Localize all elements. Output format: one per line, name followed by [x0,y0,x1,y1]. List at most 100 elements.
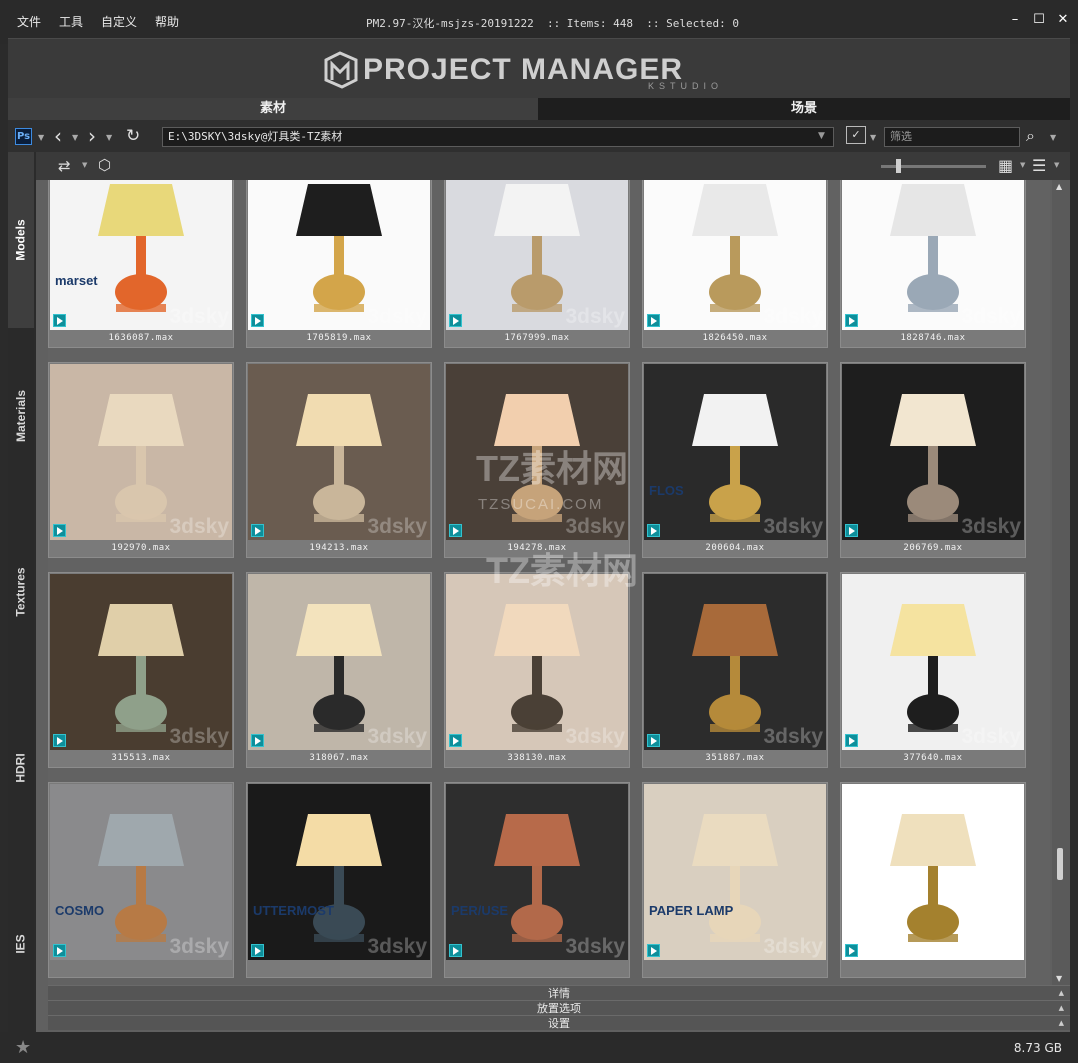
sidetab-textures[interactable]: Textures [8,504,34,680]
forward-icon[interactable]: › [88,126,96,146]
overlay-watermark: TZ素材网 [476,448,628,489]
chevron-down-icon[interactable]: ▼ [106,129,112,147]
disk-size: 8.73 GB [1013,1041,1062,1055]
cube-icon[interactable]: ⬡ [98,156,111,174]
thumbnail-card[interactable]: 3dsky 1826450.max [642,180,828,348]
thumbnail-card[interactable]: 3dsky 338130.max [444,572,630,768]
close-button[interactable]: ✕ [1056,12,1070,28]
chevron-down-icon[interactable]: ▼ [82,161,87,169]
thumbnail-card[interactable]: 3dsky 377640.max [840,572,1026,768]
thumbnail-watermark: 3dsky [763,305,823,328]
3dsmax-icon [449,944,462,957]
slider-thumb[interactable] [896,159,901,173]
thumbnail-image [446,574,628,750]
thumbnail-image [50,574,232,750]
accordion-placement[interactable]: 放置选项 ▲ [48,1000,1070,1015]
chevron-up-icon: ▲ [1058,1019,1064,1027]
sidetab-hdri[interactable]: HDRI [8,680,34,856]
sidetab-models[interactable]: Models [8,152,34,328]
thumbnail-watermark: 3dsky [367,935,427,958]
thumbnail-filename: 200604.max [705,543,765,553]
status-bar: ★ 8.73 GB [0,1032,1078,1063]
banner: PROJECT MANAGER KSTUDIO [8,38,1070,98]
thumbnail-filename [247,960,431,977]
menu-file[interactable]: 文件 [8,13,50,30]
minimize-button[interactable]: – [1008,12,1022,28]
thumbnail-image [446,784,628,960]
thumbnail-card[interactable]: FLOS 3dsky 200604.max [642,362,828,558]
photoshop-icon[interactable]: Ps [15,128,32,145]
chevron-down-icon[interactable]: ▼ [1020,161,1025,169]
thumbnail-watermark: 3dsky [169,515,229,538]
checklist-icon[interactable]: ✓ [846,126,866,144]
main-tabs: 素材 场景 [8,98,1070,120]
sidetab-materials[interactable]: Materials [8,328,34,504]
tab-scenes[interactable]: 场景 [538,98,1070,120]
menu-customize[interactable]: 自定义 [92,13,146,30]
thumbnail-card[interactable]: UTTERMOST 3dsky [246,782,432,978]
thumbnail-card[interactable]: COSMO 3dsky [48,782,234,978]
window-controls: – ☐ ✕ [1008,12,1070,28]
brand-label: UTTERMOST [253,903,334,918]
path-dropdown-icon[interactable]: ▼ [818,131,825,141]
thumbnail-card[interactable]: 3dsky 192970.max [48,362,234,558]
filter-input[interactable]: 筛选 [884,127,1020,147]
thumbnail-card[interactable]: 3dsky 206769.max [840,362,1026,558]
accordion-details[interactable]: 详情 ▲ [48,985,1070,1000]
star-icon[interactable]: ★ [15,1037,31,1058]
path-input[interactable]: E:\3DSKY\3dsky@灯具类-TZ素材 [162,127,834,147]
thumbnail-card[interactable]: 3dsky 194213.max [246,362,432,558]
thumbnail-image [644,364,826,540]
thumbnail-card[interactable]: 3dsky [840,782,1026,978]
3dsmax-icon [53,944,66,957]
menu-help[interactable]: 帮助 [146,13,188,30]
accordion-settings[interactable]: 设置 ▲ [48,1015,1070,1030]
swap-icon[interactable]: ⇄ [58,157,71,175]
thumbnail-watermark: 3dsky [565,935,625,958]
sidetab-label: Models [14,219,28,261]
thumbnail-card[interactable]: 3dsky 351887.max [642,572,828,768]
refresh-icon[interactable]: ↻ [126,127,140,145]
thumbnail-image [248,364,430,540]
chevron-down-icon[interactable]: ▼ [72,129,78,147]
thumbnail-filename: 194213.max [309,543,369,553]
menu-tools[interactable]: 工具 [50,13,92,30]
brand-label: marset [55,273,98,288]
thumbnail-watermark: 3dsky [961,935,1021,958]
thumbnail-filename: 1636087.max [108,333,174,343]
back-icon[interactable]: ‹ [54,126,62,146]
brand-label: COSMO [55,903,105,918]
thumbnail-card[interactable]: 3dsky 1767999.max [444,180,630,348]
thumbnail-card[interactable]: PER/USE 3dsky [444,782,630,978]
sidetab-ies[interactable]: IES [8,856,34,1032]
vertical-scrollbar[interactable]: ▲ ▼ [1052,180,1070,985]
thumbnail-card[interactable]: 3dsky 1828746.max [840,180,1026,348]
scroll-down-icon[interactable]: ▼ [1056,974,1062,983]
sidetab-label: Textures [14,567,29,617]
thumbnail-card[interactable]: marset 3dsky 1636087.max [48,180,234,348]
thumbnail-filename: 377640.max [903,753,963,763]
maximize-button[interactable]: ☐ [1032,12,1046,28]
thumbnail-card[interactable]: 3dsky 315513.max [48,572,234,768]
thumbnail-card[interactable]: 3dsky 318067.max [246,572,432,768]
thumbnail-watermark: 3dsky [367,305,427,328]
thumbnail-watermark: 3dsky [565,515,625,538]
thumbnail-card[interactable]: 3dsky 1705819.max [246,180,432,348]
scroll-up-icon[interactable]: ▲ [1056,182,1062,191]
sort-icon[interactable]: ☰ [1032,156,1046,175]
3dsmax-icon [647,314,660,327]
grid-view-icon[interactable]: ▦ [998,156,1013,175]
tab-materials[interactable]: 素材 [8,98,538,120]
3dsmax-icon [449,734,462,747]
chevron-down-icon[interactable]: ▼ [870,129,876,147]
search-icon[interactable]: ⌕ [1026,127,1035,145]
chevron-down-icon[interactable]: ▼ [1050,129,1056,147]
thumbnail-image [842,574,1024,750]
chevron-down-icon[interactable]: ▼ [38,129,44,147]
thumbnail-card[interactable]: PAPER LAMP 3dsky [642,782,828,978]
thumbnail-filename: 1705819.max [306,333,372,343]
thumbnail-filename: 1828746.max [900,333,966,343]
address-bar: Ps ▼ ‹ ▼ › ▼ ↻ E:\3DSKY\3dsky@灯具类-TZ素材 ▼… [8,120,1070,152]
chevron-down-icon[interactable]: ▼ [1054,161,1059,169]
scrollbar-thumb[interactable] [1057,848,1063,880]
